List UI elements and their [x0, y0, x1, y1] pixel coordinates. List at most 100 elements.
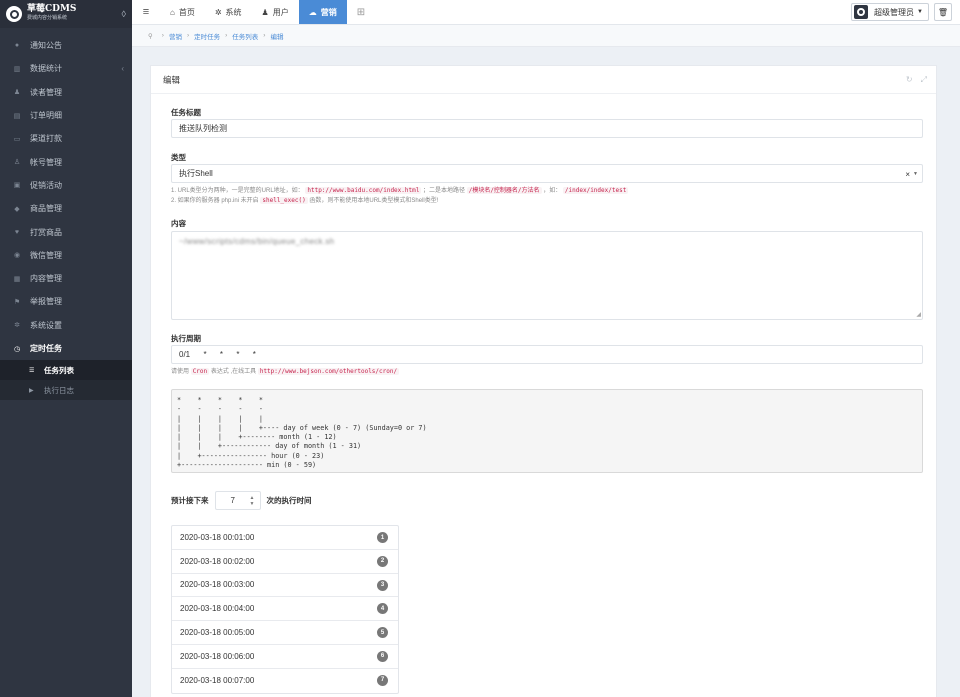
sidebar-item[interactable]: ♙ 帐号管理: [0, 150, 132, 173]
submenu-item[interactable]: ▶ 执行日志: [0, 380, 132, 400]
home-icon: ⌂: [170, 7, 175, 17]
cloud-icon: ☁: [308, 7, 317, 17]
type-label: 类型: [171, 153, 186, 162]
list-item: 2020-03-18 00:03:00 3: [172, 574, 398, 598]
list-item: 2020-03-18 00:05:00 5: [172, 621, 398, 645]
flag-icon: ⚑: [13, 298, 21, 306]
spinner-arrows-icon[interactable]: ▲ ▼: [250, 495, 255, 507]
run-time: 2020-03-18 00:05:00: [180, 628, 255, 638]
run-index-badge: 2: [377, 555, 388, 567]
refresh-icon[interactable]: ↻: [906, 75, 913, 85]
top-tab[interactable]: ♟ 用户: [252, 0, 299, 24]
submenu-item-label: 任务列表: [44, 365, 74, 375]
topbar: ≡ ⌂ 首页 ✲ 系统 ♟ 用户 ☁ 营销 ⊞ 超级管理员 ▼ 🗑: [132, 0, 960, 25]
schedule-input[interactable]: 0/1 * * * *: [171, 345, 923, 364]
breadcrumb-item[interactable]: 任务列表: [232, 31, 258, 41]
caret-right-icon: ▶: [29, 387, 34, 394]
menu-toggle-icon[interactable]: ≡: [132, 0, 160, 24]
schedule-label: 执行周期: [171, 334, 201, 343]
sidebar-item[interactable]: ♥ 打赏商品: [0, 220, 132, 243]
top-tab-label: 用户: [272, 7, 289, 17]
type-help-2: 2. 如果你的服务器 php.ini 未开启 shell_exec() 函数，则…: [171, 197, 439, 204]
logo-icon: [6, 6, 22, 22]
sidebar-item[interactable]: ▤ 订单明细: [0, 104, 132, 127]
book-icon: ▦: [13, 275, 21, 283]
run-time: 2020-03-18 00:04:00: [180, 604, 255, 614]
run-time: 2020-03-18 00:02:00: [180, 556, 255, 566]
sidebar-item[interactable]: ▦ 内容管理: [0, 267, 132, 290]
list-item: 2020-03-18 00:04:00 4: [172, 597, 398, 622]
gear-icon: ✲: [14, 322, 20, 330]
list-item: 2020-03-18 00:07:00 7: [172, 669, 398, 693]
sidebar-item[interactable]: ▥ 数据统计 ‹: [0, 57, 132, 80]
breadcrumb-item[interactable]: 营销: [169, 31, 182, 41]
sidebar-item[interactable]: ✲ 系统设置: [0, 314, 132, 337]
run-time: 2020-03-18 00:06:00: [180, 651, 255, 661]
run-index-badge: 4: [377, 603, 388, 615]
sidebar-item[interactable]: ▣ 促销活动: [0, 174, 132, 197]
sidebar-item-label: 数据统计: [30, 64, 62, 74]
gear-icon: ✲: [214, 7, 222, 17]
sidebar-item-label: 通知公告: [30, 41, 62, 51]
logo[interactable]: 草莓CDMS 费城内容分销系统 ◊: [0, 0, 132, 28]
sidebar-item[interactable]: ⚑ 举报管理: [0, 290, 132, 313]
sidebar-item[interactable]: ▭ 渠道打款: [0, 127, 132, 150]
sidebar-menu: ● 通知公告 ▥ 数据统计 ‹ ♟ 读者管理 ▤ 订单明细 ▭ 渠道打款 ♙ 帐号管理 ▣ 促销活动 ◆ 商品管…: [0, 34, 132, 401]
clock-icon: ◷: [13, 345, 21, 353]
cron-tool-link[interactable]: http://www.bejson.com/othertools/cron/: [257, 368, 400, 375]
content-textarea[interactable]: ~/www/scripts/cdms/bin/queue_check.sh ◢: [171, 231, 923, 320]
submenu-item[interactable]: ☰ 任务列表: [0, 360, 132, 381]
run-time-list: 2020-03-18 00:01:00 1 2020-03-18 00:02:00 2…: [171, 525, 399, 694]
task-title-value: 推送队列检测: [179, 124, 227, 133]
user-icon: ♟: [261, 7, 269, 17]
logo-title: 草莓CDMS: [27, 4, 77, 14]
schedule-value: 0/1 * * * *: [179, 350, 256, 359]
cart-icon: ▤: [13, 112, 21, 120]
list-icon: ☰: [29, 367, 35, 374]
run-index-badge: 1: [377, 532, 388, 543]
task-title-input[interactable]: 推送队列检测: [171, 119, 923, 138]
run-time: 2020-03-18 00:01:00: [180, 532, 255, 542]
drop-icon[interactable]: ◊: [122, 9, 126, 19]
sidebar-item-label: 促销活动: [30, 180, 62, 190]
next-suffix: 次的执行时间: [266, 496, 312, 505]
cron-diagram: * * * * * - - - - - | | | | | | | | | +-…: [171, 389, 923, 473]
logo-subtitle: 费城内容分销系统: [27, 15, 68, 21]
task-title-label: 任务标题: [171, 108, 201, 117]
heart-icon: ♥: [14, 228, 20, 236]
list-item: 2020-03-18 00:01:00 1: [172, 526, 398, 550]
gift-icon: ▣: [13, 182, 21, 190]
caret-down-icon: ▼: [917, 9, 923, 15]
clear-icon[interactable]: ×: [905, 170, 910, 179]
cron-help: 请使用 Cron 表达式 ,在线工具 http://www.bejson.com…: [171, 368, 400, 375]
list-item: 2020-03-18 00:02:00 2: [172, 550, 398, 574]
sidebar-item[interactable]: ● 通知公告: [0, 34, 132, 57]
top-tab[interactable]: ⌂ 首页: [160, 0, 205, 24]
admin-menu-button[interactable]: 超级管理员 ▼: [851, 3, 929, 21]
sidebar-item-label: 读者管理: [30, 87, 62, 97]
top-tab[interactable]: ☁ 营销: [298, 0, 347, 24]
map-marker-icon: ⚲: [148, 32, 153, 40]
sidebar-item-label: 订单明细: [30, 111, 62, 121]
sidebar-item[interactable]: ◉ 微信管理: [0, 244, 132, 267]
sidebar-item[interactable]: ◷ 定时任务: [0, 337, 132, 360]
next-count-value: 7: [230, 496, 235, 505]
breadcrumb-item[interactable]: 编辑: [270, 31, 283, 41]
trash-icon[interactable]: 🗑: [934, 3, 952, 21]
resize-handle-icon[interactable]: ◢: [916, 311, 921, 318]
top-tab[interactable]: ✲ 系统: [205, 0, 252, 24]
top-tab-label: 营销: [320, 7, 337, 17]
type-select[interactable]: 执行Shell × ▼: [171, 164, 923, 183]
type-value: 执行Shell: [179, 169, 213, 178]
expand-icon[interactable]: ⤢: [921, 75, 927, 85]
breadcrumb: ⚲ › 营销 › 定时任务 › 任务列表 › 编辑: [132, 25, 960, 47]
next-runs-row: 预计接下来 7 ▲ ▼ 次的执行时间: [171, 491, 312, 510]
sidebar-item[interactable]: ♟ 读者管理: [0, 81, 132, 104]
grid-icon[interactable]: ⊞: [347, 0, 375, 24]
type-help-1: 1. URL类型分为两种，一是完整的URL地址，如： http://www.ba…: [171, 187, 629, 194]
user-icon: ♟: [13, 89, 21, 97]
breadcrumb-item[interactable]: 定时任务: [194, 31, 220, 41]
next-count-stepper[interactable]: 7 ▲ ▼: [214, 491, 261, 510]
run-index-badge: 7: [377, 674, 388, 686]
sidebar-item[interactable]: ◆ 商品管理: [0, 197, 132, 220]
